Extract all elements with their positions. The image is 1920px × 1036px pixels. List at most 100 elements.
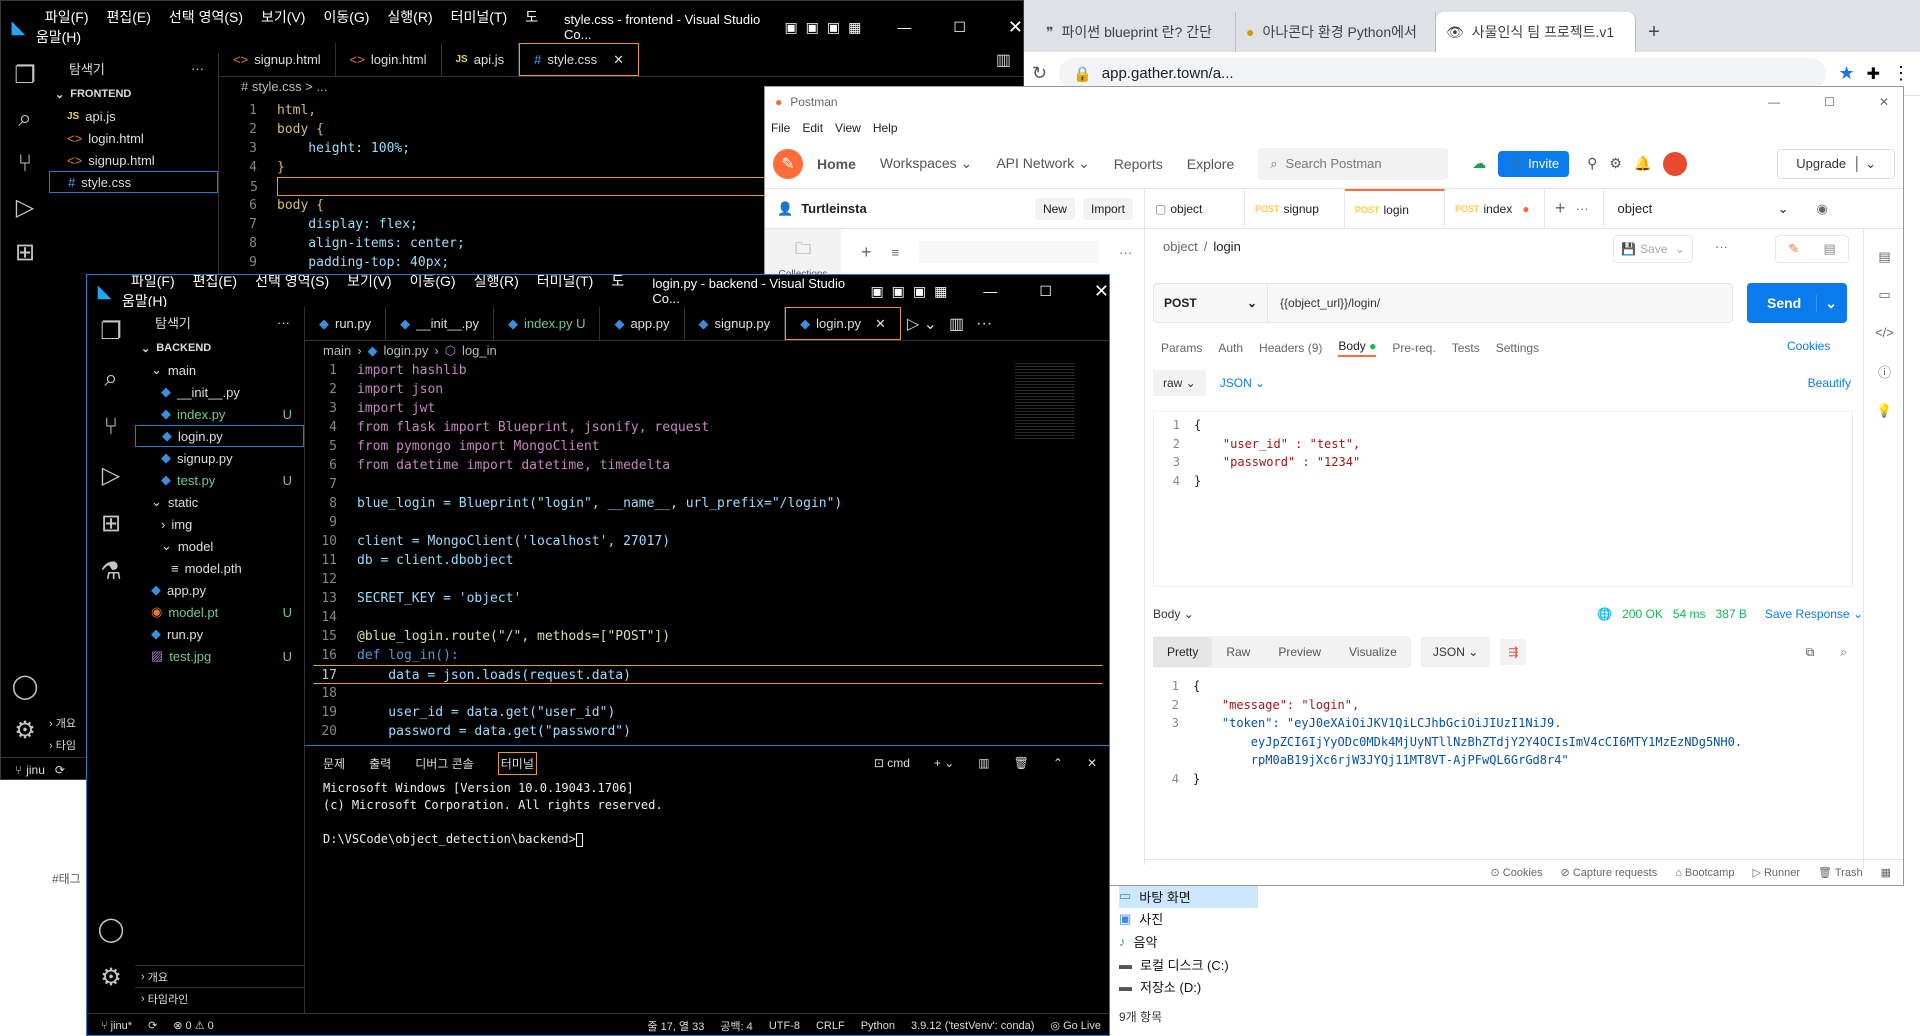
gear-icon[interactable]: ⚙ [87,953,135,1001]
breadcrumb-item[interactable]: main [323,343,351,359]
avatar[interactable] [1663,151,1688,176]
breadcrumb-item[interactable]: login.py [384,343,429,359]
postman-home-logo-icon[interactable]: ✎ [773,148,803,179]
invite-button[interactable]: 👤 Invite [1498,150,1570,177]
split-editor-icon[interactable]: ▥ [982,43,1023,76]
menu-terminal[interactable]: 터미널(T) [537,275,594,289]
tab-body[interactable]: Body ● [1338,339,1377,357]
menu-run[interactable]: 실행(R) [387,9,432,25]
minimize-button[interactable]: — [1768,95,1780,109]
request-tab[interactable]: POST index ● [1445,189,1545,229]
copy-icon[interactable]: ⧉ [1806,645,1815,660]
maximize-button[interactable]: ☐ [1039,283,1052,300]
tab-params[interactable]: Params [1161,341,1202,355]
tab-init-py[interactable]: ◆ __init__.py [386,307,495,340]
file-tree-item[interactable]: ◉ model.pt U [135,601,304,623]
timeline-section[interactable]: › 타임 [49,737,76,753]
menu-edit[interactable]: 편집(E) [193,275,237,289]
menu-terminal[interactable]: 터미널(T) [451,9,508,25]
address-bar[interactable]: 🔒 app.gather.town/a... [1059,57,1827,90]
save-button[interactable]: 💾 Save ⌄ [1613,235,1693,263]
satellite-icon[interactable]: ⚲ [1587,155,1597,172]
nav-workspaces[interactable]: Workspaces ⌄ [880,155,972,172]
file-item-selected[interactable]: # style.css [49,171,218,193]
nav-api-network[interactable]: API Network ⌄ [996,155,1089,172]
chrome-tab[interactable]: ❞ 파이썬 blueprint 란? 간단 [1036,12,1236,52]
minimize-button[interactable]: — [897,19,911,35]
menu-help[interactable]: Help [873,121,898,135]
cursor-position[interactable]: 줄 17, 열 33 [647,1018,704,1034]
eye-icon[interactable]: ◉ [1803,189,1842,228]
footer-bootcamp[interactable]: ⌂ Bootcamp [1675,867,1734,879]
footer-cookies[interactable]: ⊙ Cookies [1491,866,1543,879]
response-body-select[interactable]: Body ⌄ [1153,607,1194,621]
sidebar-search-field[interactable] [919,241,1100,263]
menu-icon[interactable]: ⋮ [1892,63,1910,84]
file-tree-item[interactable]: ◆ run.py [135,623,304,645]
file-item[interactable]: <> signup.html [49,149,218,171]
explorer-item[interactable]: ▭ 바탕 화면 [1119,885,1258,908]
response-lang-select[interactable]: JSON ⌄ [1420,637,1491,667]
trash-icon[interactable]: 🗑 [1014,756,1029,770]
indentation[interactable]: 공백: 4 [720,1018,752,1034]
terminal-output[interactable]: Microsoft Windows [Version 10.0.19043.17… [305,780,1109,848]
gear-icon[interactable]: ⚙ [1,709,49,753]
explorer-item[interactable]: ▬ 저장소 (D:) [1119,975,1258,998]
file-tree-item[interactable]: ◆ signup.py [135,447,304,469]
terminal-select[interactable]: ⊡ cmd [874,756,910,770]
layout-icons[interactable]: ▣▣▣▦ [870,283,955,300]
wrap-icon[interactable]: ⇶ [1500,639,1527,665]
tab-run-py[interactable]: ◆ run.py [305,307,387,340]
import-button[interactable]: Import [1082,197,1133,220]
info-icon[interactable]: ⓘ [1878,362,1891,381]
file-tree-item[interactable]: ◆ test.py U [135,469,304,491]
close-icon[interactable]: ✕ [875,316,886,332]
menu-go[interactable]: 이동(G) [410,275,456,289]
sync-status-icon[interactable]: ☁ [1472,155,1486,172]
response-time[interactable]: 54 ms [1673,607,1706,621]
beautify-link[interactable]: Beautify [1808,376,1851,390]
more-icon[interactable]: ··· [1119,245,1132,260]
menu-selection[interactable]: 선택 영역(S) [255,275,329,289]
settings-icon[interactable]: ⚙ [1609,155,1622,172]
close-icon[interactable]: ✕ [613,52,624,68]
explorer-icon[interactable]: ❐ [87,307,135,355]
tabs-more-icon[interactable]: ··· [1576,189,1589,228]
tab-debug-console[interactable]: 디버그 콘솔 [415,755,474,772]
cookies-link[interactable]: Cookies [1787,339,1830,353]
explorer-item[interactable]: ♪ 음악 [1119,930,1258,953]
menu-file[interactable]: 파일(F) [131,275,175,289]
tab-problems[interactable]: 문제 [323,755,345,772]
bulb-icon[interactable]: 💡 [1876,403,1892,419]
outline-section[interactable]: › 개요 [135,965,305,987]
source-control-icon[interactable]: ⑂ [87,403,135,451]
minimap[interactable] [1015,361,1075,441]
status-code[interactable]: 200 OK [1622,607,1663,621]
more-icon[interactable]: ··· [970,307,998,340]
tab-terminal[interactable]: 터미널 [497,751,537,775]
close-button[interactable]: ✕ [1094,281,1109,302]
flask-icon[interactable]: ⚗ [87,547,135,595]
encoding[interactable]: UTF-8 [769,1020,800,1032]
tab-style-css[interactable]: # style.css ✕ [519,43,640,76]
tab-index-py[interactable]: ◆ index.py U [494,307,601,340]
file-tree-item[interactable]: ▨ test.jpg U [135,645,304,667]
new-tab-button[interactable]: + [1636,12,1672,52]
response-body[interactable]: 1{ 2 "message": "login", 3 "token": "eyJ… [1153,677,1853,847]
footer-runner[interactable]: ▷ Runner [1752,866,1800,879]
tab-headers[interactable]: Headers (9) [1259,341,1322,355]
search-icon[interactable]: ⌕ [1840,645,1847,660]
tab-login-html[interactable]: <> login.html [336,43,442,76]
file-tree-item[interactable]: ≡ model.pth [135,557,304,579]
source-control-icon[interactable]: ⑂ [1,142,49,186]
close-button[interactable]: ✕ [1879,95,1889,109]
split-terminal-icon[interactable]: ▥ [978,756,989,770]
breadcrumb-item[interactable]: log_in [462,343,497,359]
folder-backend[interactable]: ⌄ BACKEND [135,337,304,359]
close-button[interactable]: ✕ [1008,17,1023,38]
split-editor-icon[interactable]: ▥ [943,307,970,340]
edit-toggle[interactable]: ✎ ▤ [1775,235,1849,263]
footer-trash[interactable]: 🗑 Trash [1818,866,1863,879]
explorer-item[interactable]: ▬ 로컬 디스크 (C:) [1119,953,1258,976]
tab-signup-html[interactable]: <> signup.html [219,43,336,76]
